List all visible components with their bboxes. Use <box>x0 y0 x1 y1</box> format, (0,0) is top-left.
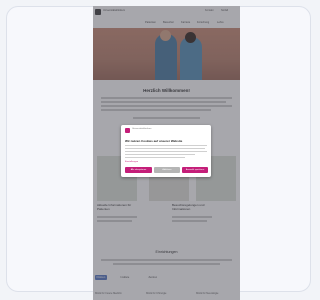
save-selection-button[interactable]: Auswahl speichern <box>182 167 208 173</box>
cookie-text-line <box>125 154 195 156</box>
cookie-dialog-title: Wir nutzen Cookies auf unserer Website <box>125 139 183 143</box>
cookie-text-line <box>125 148 205 150</box>
reject-button[interactable]: Ablehnen <box>154 167 180 173</box>
accept-all-button[interactable]: Alle akzeptieren <box>125 167 152 173</box>
cookie-settings-link[interactable]: Einstellungen <box>125 161 138 163</box>
dialog-logo-icon <box>125 128 130 133</box>
dialog-logo-text: Universitätsklinikum <box>132 128 152 130</box>
cookie-consent-dialog: Universitätsklinikum Wir nutzen Cookies … <box>121 125 211 177</box>
cookie-text-line <box>125 151 207 153</box>
cookie-text-line <box>125 157 185 159</box>
cookie-text-line <box>125 145 207 147</box>
